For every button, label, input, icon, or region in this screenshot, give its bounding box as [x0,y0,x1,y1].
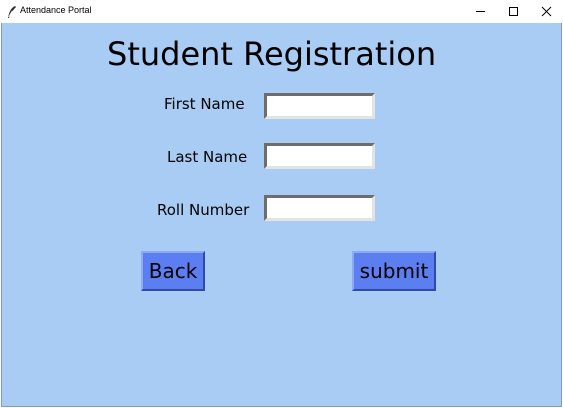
first-name-field[interactable] [264,93,375,119]
close-icon [541,6,552,17]
roll-number-label: Roll Number [157,201,250,219]
first-name-label: First Name [164,95,245,113]
maximize-icon [509,7,518,16]
back-button[interactable]: Back [141,251,205,291]
close-button[interactable] [530,0,563,23]
submit-button[interactable]: submit [352,251,436,291]
last-name-label: Last Name [167,148,248,166]
page-title: Student Registration [107,35,437,73]
roll-number-field[interactable] [264,195,375,221]
minimize-icon [476,11,485,12]
minimize-button[interactable] [464,0,497,23]
maximize-button[interactable] [497,0,530,23]
window-title: Attendance Portal [20,5,92,15]
feather-icon [6,4,18,18]
last-name-field[interactable] [264,143,375,169]
title-bar[interactable]: Attendance Portal [0,0,563,23]
